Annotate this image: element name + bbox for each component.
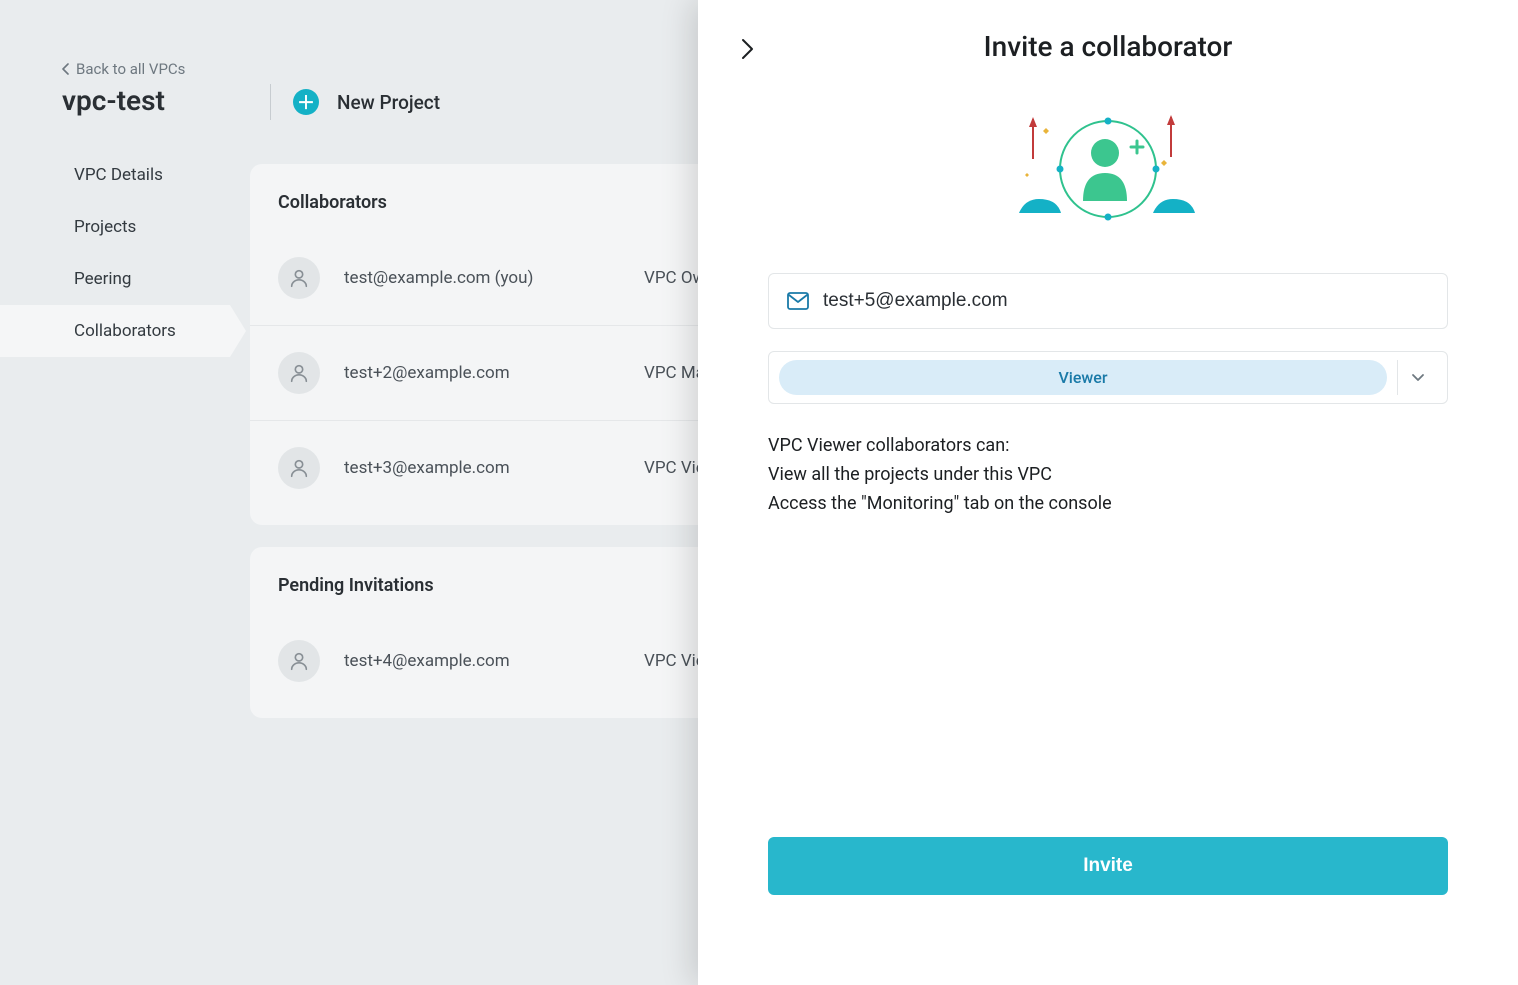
invite-panel: Invite a collaborator: [698, 0, 1518, 985]
collaborator-email: test+3@example.com: [344, 458, 644, 478]
collaborator-email: test+2@example.com: [344, 363, 644, 383]
description-line: View all the projects under this VPC: [768, 461, 1448, 490]
mail-icon: [787, 292, 809, 310]
user-icon: [278, 640, 320, 682]
panel-close-button[interactable]: [740, 38, 754, 64]
collaborator-email: test+4@example.com: [344, 651, 644, 671]
sidebar-nav: VPC Details Projects Peering Collaborato…: [0, 149, 230, 357]
panel-title: Invite a collaborator: [698, 30, 1518, 63]
chevron-right-icon: [740, 38, 754, 60]
invite-button[interactable]: Invite: [768, 837, 1448, 895]
new-project-label: New Project: [337, 91, 440, 114]
user-icon: [278, 447, 320, 489]
chevron-down-icon: [1411, 373, 1425, 383]
back-to-vpcs-link[interactable]: Back to all VPCs: [0, 60, 230, 78]
vertical-divider: [270, 84, 271, 120]
email-input[interactable]: [823, 290, 1429, 312]
role-chip: Viewer: [779, 360, 1387, 395]
plus-icon: ＋: [297, 89, 315, 115]
role-description: VPC Viewer collaborators can:View all th…: [768, 432, 1448, 518]
back-link-label: Back to all VPCs: [76, 60, 185, 78]
vpc-title: vpc-test: [0, 84, 230, 117]
nav-item-vpc-details[interactable]: VPC Details: [0, 149, 230, 201]
email-input-box[interactable]: [768, 273, 1448, 329]
user-icon: [278, 257, 320, 299]
invite-illustration: [768, 73, 1448, 273]
collaborator-email: test@example.com (you): [344, 268, 644, 288]
description-line: VPC Viewer collaborators can:: [768, 432, 1448, 461]
role-select-caret: [1397, 360, 1437, 395]
description-line: Access the "Monitoring" tab on the conso…: [768, 490, 1448, 519]
user-icon: [278, 352, 320, 394]
chevron-left-icon: [62, 63, 70, 75]
nav-item-projects[interactable]: Projects: [0, 201, 230, 253]
nav-item-peering[interactable]: Peering: [0, 253, 230, 305]
new-project-button[interactable]: ＋: [293, 89, 319, 115]
nav-item-collaborators[interactable]: Collaborators: [0, 305, 230, 357]
role-select[interactable]: Viewer: [768, 351, 1448, 404]
